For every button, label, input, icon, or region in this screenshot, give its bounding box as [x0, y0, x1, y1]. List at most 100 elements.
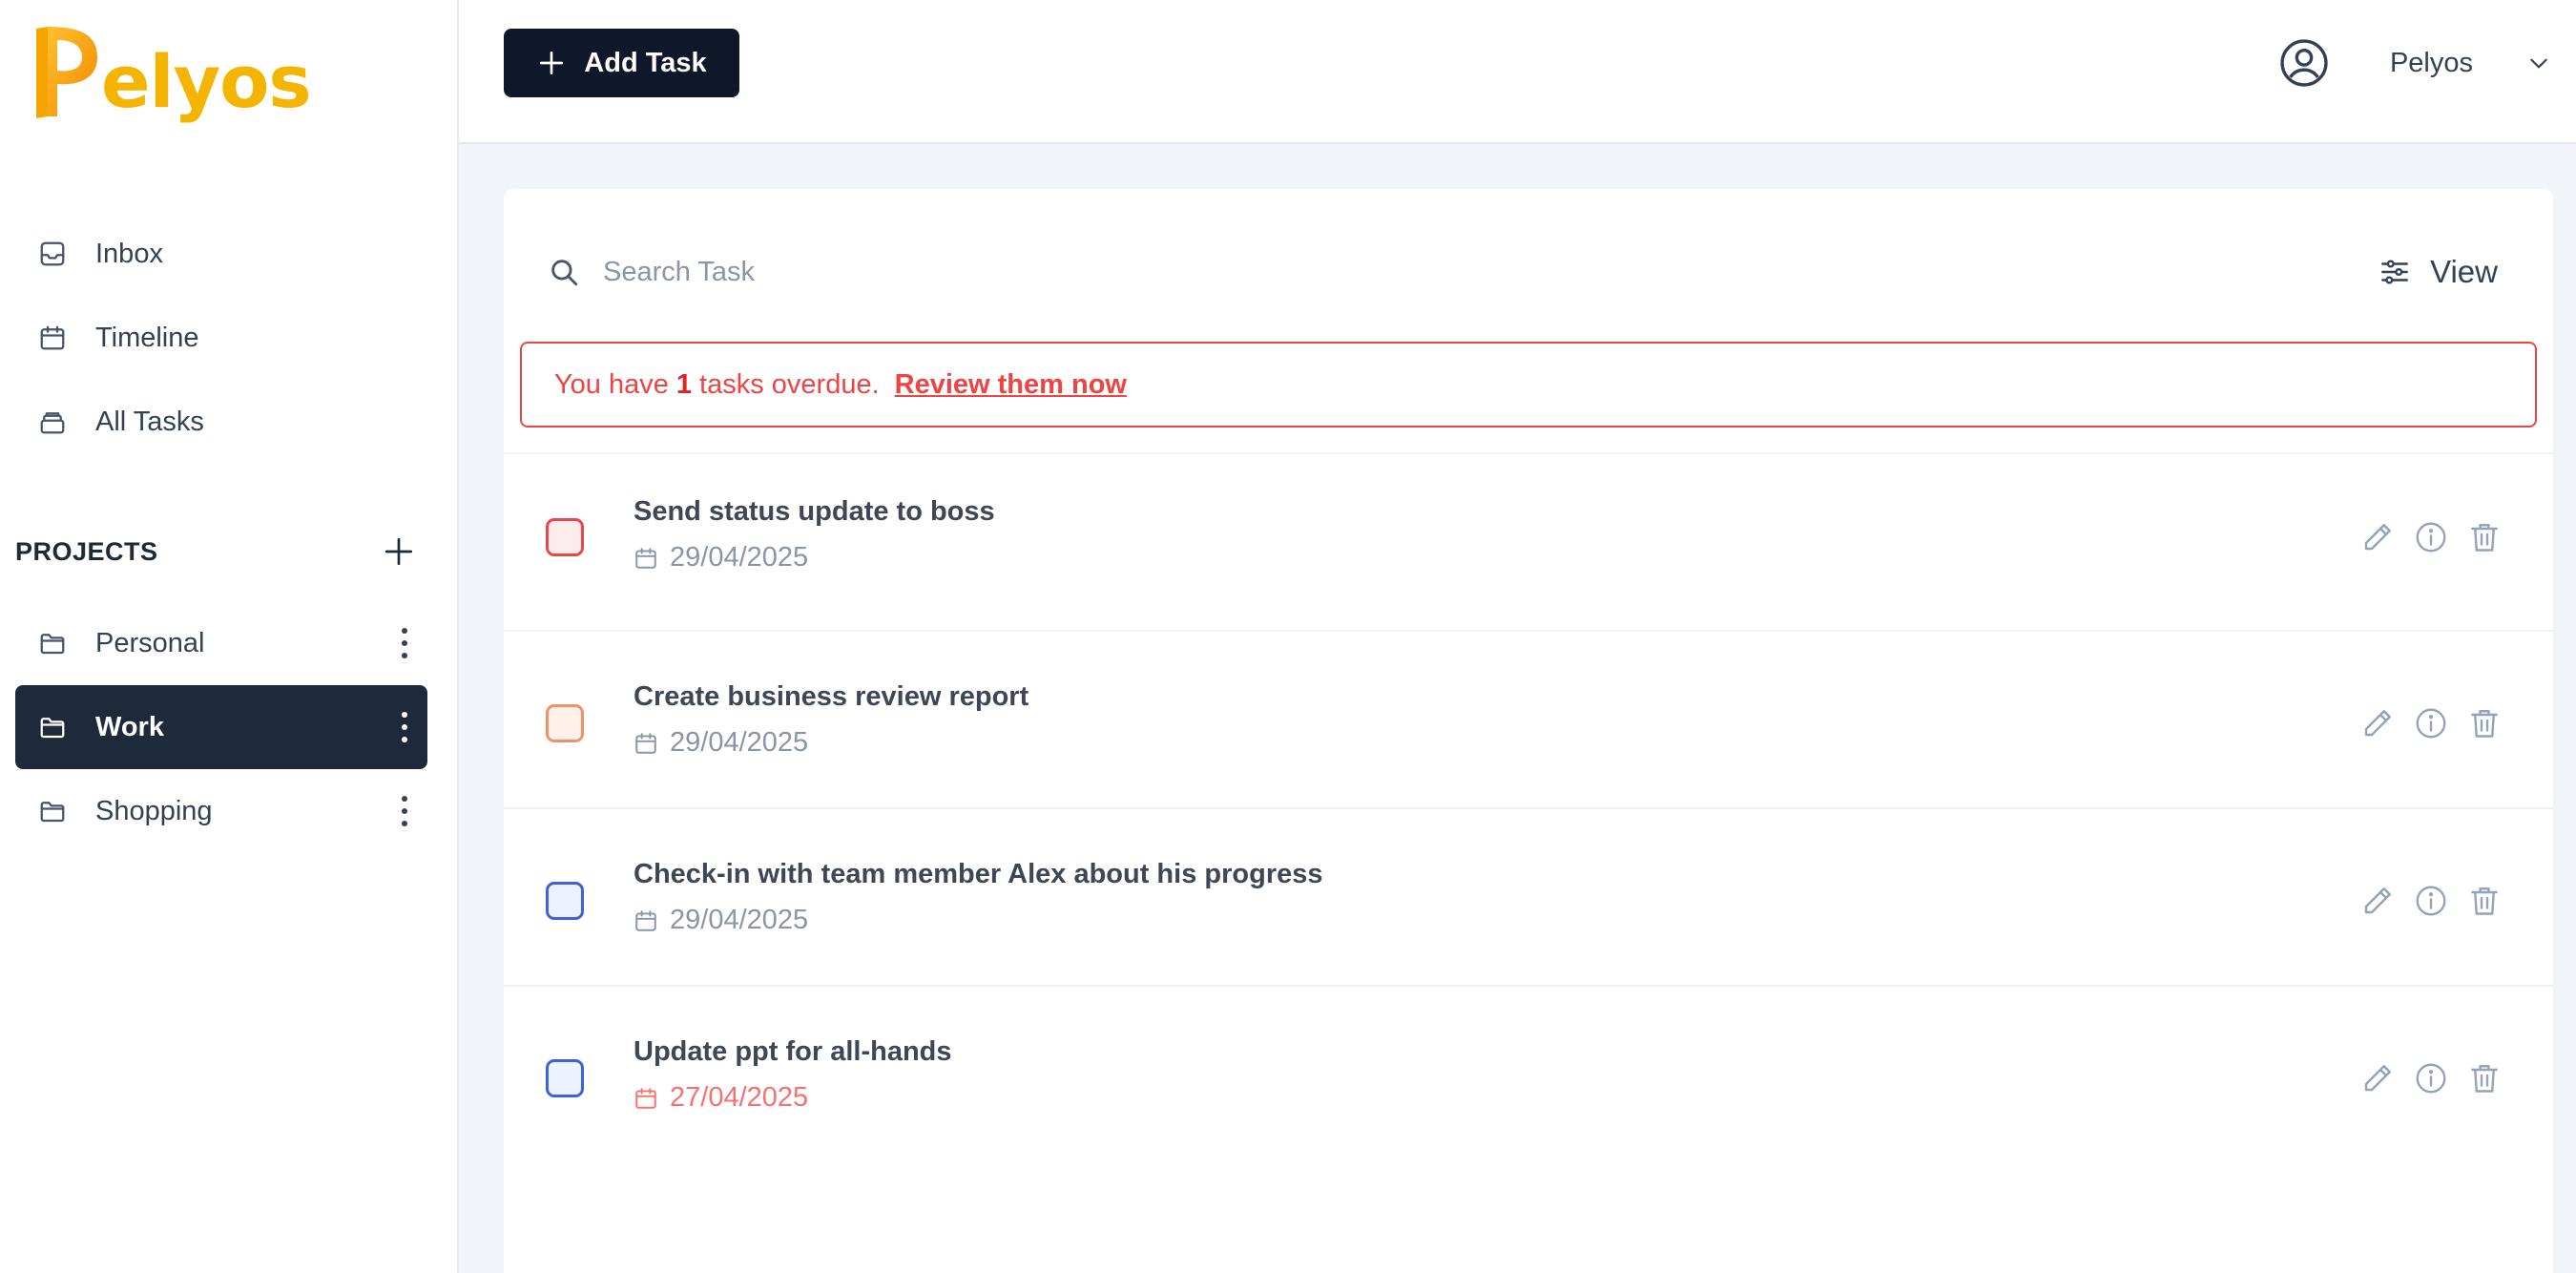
task-panel: View You have 1 tasks overdue. Review th… [504, 189, 2553, 1273]
nav-item-label: Inbox [95, 238, 163, 269]
edit-task-button[interactable] [2358, 882, 2397, 920]
project-label: Shopping [95, 795, 213, 826]
user-name: Pelyos [2389, 47, 2473, 78]
task-title: Create business review report [634, 681, 1029, 712]
task-info-button[interactable] [2412, 1059, 2450, 1097]
nav-item-all-tasks[interactable]: All Tasks [15, 380, 427, 464]
sidebar: elyos Inbox Timeline All Tasks PROJECTS [0, 0, 459, 1273]
top-header: Add Task Pelyos [459, 0, 2576, 144]
add-project-button[interactable] [378, 531, 420, 573]
projects-title: PROJECTS [15, 536, 158, 566]
task-actions [2343, 518, 2503, 556]
task-row: Check-in with team member Alex about his… [504, 807, 2553, 985]
task-actions [2343, 704, 2503, 742]
task-date: 29/04/2025 [634, 542, 808, 574]
add-task-label: Add Task [584, 47, 707, 78]
project-item-personal[interactable]: Personal [15, 601, 427, 685]
kebab-icon [402, 628, 407, 658]
task-checkbox[interactable] [546, 1059, 584, 1097]
user-menu[interactable]: Pelyos [2277, 29, 2576, 97]
delete-task-button[interactable] [2465, 1059, 2503, 1097]
task-info-button[interactable] [2412, 704, 2450, 742]
task-checkbox[interactable] [546, 882, 584, 920]
info-icon [2416, 886, 2446, 916]
kebab-icon [402, 796, 407, 826]
task-title: Check-in with team member Alex about his… [634, 859, 1323, 889]
info-icon [2416, 522, 2446, 553]
search-bar: View [504, 189, 2553, 342]
calendar-icon [634, 908, 658, 933]
main-nav: Inbox Timeline All Tasks [15, 212, 427, 464]
stack-icon [36, 406, 69, 438]
info-icon [2416, 708, 2446, 739]
calendar-icon [634, 731, 658, 756]
review-overdue-link[interactable]: Review them now [895, 369, 1127, 401]
alert-count: 1 [675, 368, 693, 400]
project-item-work[interactable]: Work [15, 685, 427, 769]
add-task-button[interactable]: Add Task [504, 29, 739, 97]
delete-task-button[interactable] [2465, 704, 2503, 742]
task-list: Send status update to boss 29/04/2025 Cr… [504, 452, 2553, 1162]
edit-task-button[interactable] [2358, 518, 2397, 556]
brand-name: elyos [101, 39, 312, 124]
trash-icon [2471, 710, 2498, 738]
task-row: Create business review report 29/04/2025 [504, 630, 2553, 807]
task-date-text: 27/04/2025 [670, 1082, 809, 1113]
folder-icon [36, 711, 69, 743]
search-input[interactable] [603, 244, 1462, 300]
project-menu-button[interactable] [385, 784, 424, 838]
chevron-down-icon[interactable] [2524, 49, 2553, 77]
sliders-icon [2379, 256, 2411, 288]
view-label: View [2430, 254, 2498, 289]
pencil-icon [2364, 710, 2391, 737]
project-label: Work [95, 711, 164, 742]
nav-item-timeline[interactable]: Timeline [15, 296, 427, 380]
delete-task-button[interactable] [2465, 518, 2503, 556]
task-checkbox[interactable] [546, 704, 584, 742]
task-date: 29/04/2025 [634, 727, 808, 759]
pencil-icon [2364, 887, 2391, 914]
brand-logo[interactable]: elyos [32, 25, 312, 124]
logo-mark-icon [36, 27, 97, 118]
kebab-icon [402, 712, 407, 742]
task-info-button[interactable] [2412, 518, 2450, 556]
task-checkbox[interactable] [546, 518, 584, 556]
nav-item-label: Timeline [95, 322, 199, 353]
task-info-button[interactable] [2412, 882, 2450, 920]
edit-task-button[interactable] [2358, 1059, 2397, 1097]
nav-item-label: All Tasks [95, 406, 204, 437]
project-menu-button[interactable] [385, 700, 424, 754]
info-icon [2416, 1063, 2446, 1094]
alert-suffix: tasks overdue. [699, 368, 880, 400]
calendar-icon [634, 1086, 658, 1111]
pencil-icon [2364, 524, 2391, 551]
task-date: 29/04/2025 [634, 905, 808, 936]
trash-icon [2471, 887, 2498, 915]
inbox-icon [36, 238, 69, 270]
task-date: 27/04/2025 [634, 1082, 808, 1114]
task-date-text: 29/04/2025 [670, 905, 809, 935]
task-row: Update ppt for all-hands 27/04/2025 [504, 985, 2553, 1162]
calendar-icon [634, 546, 658, 571]
delete-task-button[interactable] [2465, 882, 2503, 920]
task-date-text: 29/04/2025 [670, 727, 809, 758]
alert-prefix: You have [554, 368, 669, 400]
trash-icon [2471, 524, 2498, 552]
task-title: Send status update to boss [634, 496, 995, 527]
plus-icon [536, 48, 567, 78]
plus-icon [384, 537, 413, 566]
user-avatar-icon[interactable] [2277, 36, 2331, 90]
task-date-text: 29/04/2025 [670, 542, 809, 573]
project-item-shopping[interactable]: Shopping [15, 769, 427, 853]
task-title: Update ppt for all-hands [634, 1036, 952, 1067]
project-label: Personal [95, 627, 205, 658]
edit-task-button[interactable] [2358, 704, 2397, 742]
calendar-icon [36, 322, 69, 354]
task-actions [2343, 1059, 2503, 1097]
trash-icon [2471, 1065, 2498, 1093]
project-menu-button[interactable] [385, 616, 424, 670]
nav-item-inbox[interactable]: Inbox [15, 212, 427, 296]
pencil-icon [2364, 1065, 2391, 1092]
folder-icon [36, 627, 69, 659]
view-button[interactable]: View [2379, 244, 2498, 300]
